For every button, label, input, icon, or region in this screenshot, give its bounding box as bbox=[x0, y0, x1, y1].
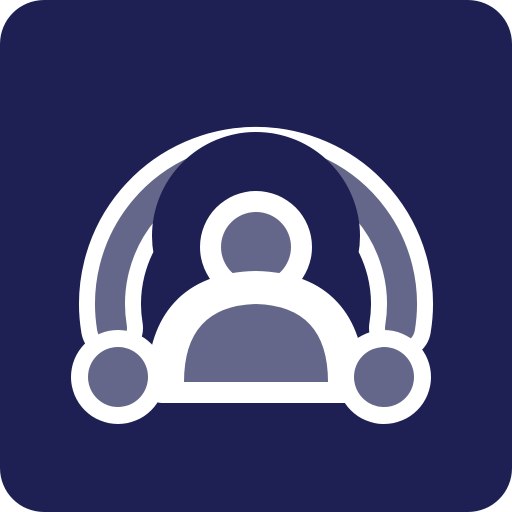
left-node bbox=[71, 330, 165, 424]
person-body bbox=[147, 271, 365, 403]
podcast-broadcast-person-icon bbox=[0, 0, 512, 512]
right-node bbox=[337, 330, 431, 424]
app-icon bbox=[0, 0, 512, 512]
